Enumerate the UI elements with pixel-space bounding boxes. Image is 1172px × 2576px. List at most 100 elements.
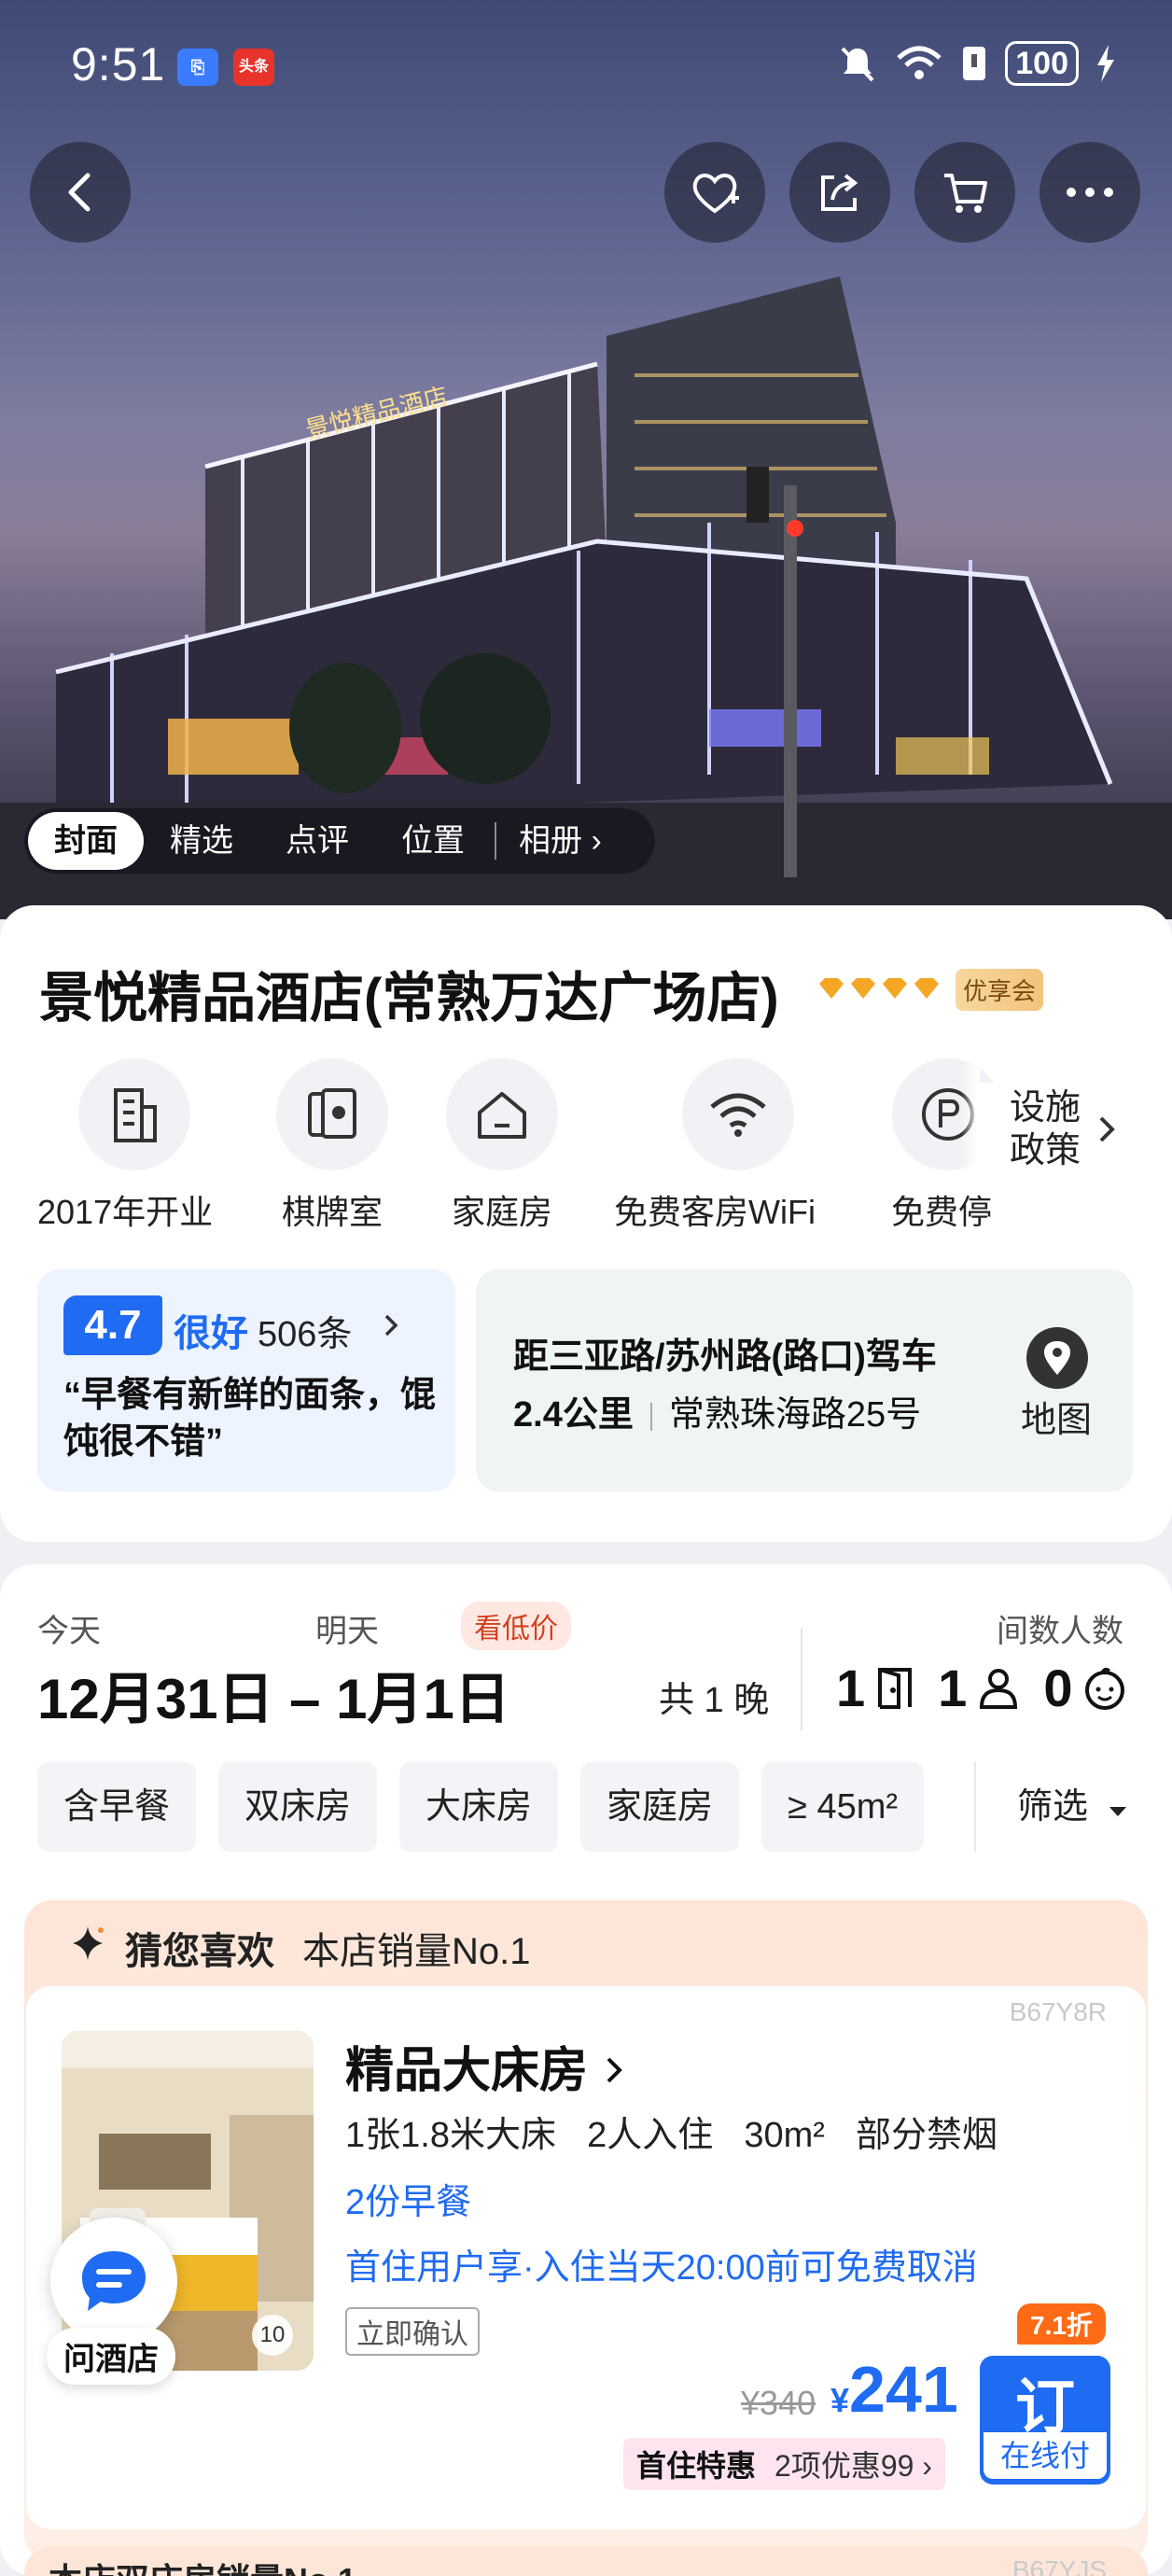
- diamond-icon: [819, 978, 844, 999]
- facility-card-room[interactable]: 棋牌室: [276, 1058, 388, 1234]
- diamond-icon: [883, 978, 907, 999]
- tab-location[interactable]: 位置: [375, 812, 491, 870]
- tab-selected[interactable]: 精选: [144, 812, 259, 870]
- member-badge[interactable]: 优享会: [956, 969, 1044, 1011]
- checkout-label: 明天: [315, 1614, 379, 1649]
- original-price: ¥340: [741, 2384, 816, 2422]
- hotel-name: 景悦精品酒店(常熟万达广场店): [39, 968, 779, 1029]
- rating-score: 4.7: [63, 1295, 162, 1355]
- map-pin-icon[interactable]: [1026, 1327, 1088, 1389]
- filter-button[interactable]: 筛选: [974, 1762, 1172, 1852]
- chevron-left-icon: [68, 173, 91, 212]
- filter-king-bed[interactable]: 大床房: [399, 1762, 559, 1852]
- policy-label: 设施 政策: [1010, 1088, 1081, 1170]
- facility-label: 免费客房WiFi: [614, 1193, 816, 1231]
- tab-album[interactable]: 相册 ›: [500, 812, 628, 870]
- divider: [801, 1628, 802, 1730]
- rating-text: 很好: [174, 1313, 248, 1354]
- wifi-status-icon: [897, 46, 942, 79]
- favorite-button[interactable]: [664, 142, 765, 243]
- facility-label: 2017年开业: [37, 1193, 214, 1231]
- facility-family-room[interactable]: 家庭房: [446, 1058, 558, 1234]
- filter-breakfast[interactable]: 含早餐: [37, 1762, 197, 1852]
- news-app-icon: 头条: [233, 49, 274, 86]
- room-filters: 含早餐 双床房 大床房 家庭房 ≥ 45m²: [37, 1762, 925, 1852]
- sim-icon: [963, 47, 986, 80]
- room-code: B67Y8R: [1009, 1997, 1107, 2026]
- facilities-policy-link[interactable]: 设施 政策: [976, 1083, 1172, 1176]
- mute-bell-icon: [841, 47, 874, 82]
- cart-button[interactable]: [914, 142, 1015, 243]
- share-button[interactable]: [789, 142, 890, 243]
- ask-hotel-label[interactable]: 问酒店: [47, 2328, 175, 2385]
- facility-label: 家庭房: [451, 1193, 552, 1231]
- chevron-right-icon: [384, 1314, 398, 1337]
- usb-icon: ⎘: [177, 49, 218, 86]
- location-distance: 2.4公里: [513, 1395, 634, 1435]
- more-dots-icon: [1067, 188, 1113, 197]
- door-icon: [878, 1667, 913, 1709]
- chevron-right-icon: [1099, 1116, 1115, 1142]
- chat-bubble-icon: [82, 2251, 146, 2311]
- sparkle-icon: [73, 1926, 104, 1960]
- status-indicators: 100: [837, 41, 1116, 86]
- promo-label: 首住特惠: [636, 2449, 757, 2483]
- back-button[interactable]: [30, 142, 131, 243]
- nights-count: 共 1 晚: [659, 1681, 770, 1720]
- hotel-cover-photo[interactable]: 景悦精品酒店 9:51 ⎘ 头条 100 封面 精选 点评 位置 相册 ›: [0, 0, 1172, 919]
- location-address: 常熟珠海路25号: [668, 1395, 922, 1435]
- charging-icon: [1097, 45, 1114, 82]
- room-spec: 1张1.8米大床 2人入住 30m² 部分禁烟: [345, 2116, 998, 2155]
- promo-detail: 2项优惠99 ›: [774, 2449, 932, 2483]
- tab-cover[interactable]: 封面: [28, 812, 144, 870]
- chevron-right-icon: [607, 2057, 622, 2083]
- facility-label: 棋牌室: [281, 1193, 383, 1231]
- recommendation-subtitle: 本店销量No.1: [302, 1931, 531, 1972]
- map-label[interactable]: 地图: [1021, 1391, 1092, 1442]
- rooms-people-label: 间数人数: [997, 1614, 1123, 1649]
- room-cancel-policy: 首住用户享·入住当天20:00前可免费取消: [345, 2248, 978, 2288]
- promo-offer[interactable]: 首住特惠 2项优惠99 ›: [623, 2438, 945, 2490]
- pay-online-label: 在线付: [984, 2432, 1107, 2479]
- hotel-building-illustration: 景悦精品酒店: [0, 276, 1172, 919]
- price-value: 241: [849, 2353, 958, 2426]
- tab-reviews[interactable]: 点评: [259, 812, 375, 870]
- heart-plus-icon: [692, 174, 739, 214]
- room-name[interactable]: 精品大床房: [345, 2031, 629, 2101]
- review-count: 506条: [258, 1315, 353, 1354]
- facility-opening-year[interactable]: 2017年开业: [37, 1058, 213, 1234]
- child-count: 0: [1043, 1659, 1073, 1717]
- location-summary[interactable]: 距三亚路/苏州路(路口)驾车 2.4公里 常熟珠海路25号 地图: [476, 1269, 1133, 1491]
- filter-twin-bed[interactable]: 双床房: [218, 1762, 378, 1852]
- rating-summary[interactable]: 4.7 很好 506条 “早餐有新鲜的面条，馄饨很不错”: [37, 1269, 455, 1491]
- currency-symbol: ¥: [830, 2381, 850, 2419]
- next-recommendation-title: 本店双床房销量No.1: [49, 2554, 356, 2576]
- discount-tag: 7.1折: [1017, 2303, 1106, 2345]
- diamond-icon: [851, 978, 875, 999]
- ask-hotel-button[interactable]: [50, 2218, 177, 2345]
- adult-count: 1: [938, 1659, 968, 1717]
- battery-level: 100: [1005, 41, 1079, 86]
- filter-family-room[interactable]: 家庭房: [580, 1762, 740, 1852]
- stay-dates[interactable]: 12月31日 – 1月1日: [37, 1654, 510, 1735]
- tab-divider: [495, 822, 496, 860]
- diamond-rating: [817, 976, 941, 1001]
- facility-label: 免费停: [890, 1193, 992, 1231]
- photo-category-tabs: 封面 精选 点评 位置 相册 ›: [24, 808, 655, 874]
- price: ¥241: [830, 2352, 958, 2427]
- checkin-label: 今天: [37, 1614, 101, 1649]
- low-price-tag[interactable]: 看低价: [461, 1602, 571, 1650]
- facility-free-wifi[interactable]: 免费客房WiFi: [614, 1058, 816, 1234]
- cart-icon: [944, 174, 987, 213]
- more-button[interactable]: [1039, 142, 1140, 243]
- caret-down-icon: [1109, 1807, 1126, 1816]
- adult-icon: [980, 1668, 1018, 1709]
- share-icon: [821, 174, 858, 211]
- review-quote: “早餐有新鲜的面条，馄饨很不错”: [63, 1376, 437, 1462]
- room-breakfast: 2份早餐: [345, 2183, 472, 2222]
- book-button[interactable]: 订 在线付: [980, 2356, 1110, 2485]
- next-room-code: B67YJS: [1012, 2555, 1107, 2576]
- filter-area[interactable]: ≥ 45m²: [761, 1762, 925, 1852]
- instant-confirm-badge: 立即确认: [345, 2307, 480, 2356]
- guest-selector[interactable]: 1 1 0: [836, 1658, 1128, 1718]
